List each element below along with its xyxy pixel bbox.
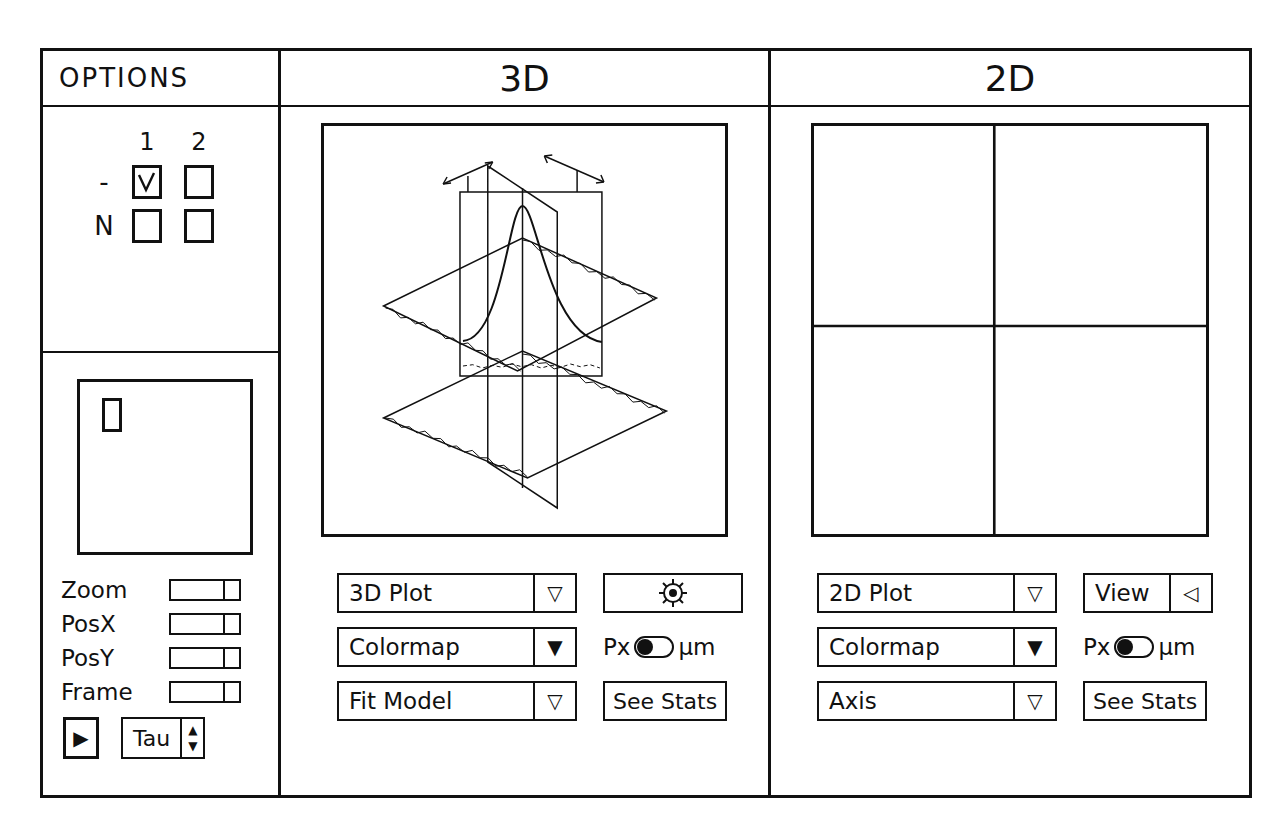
settings-button[interactable] <box>603 573 743 613</box>
unit-toggle[interactable]: Px μm <box>1083 627 1196 667</box>
panel-header: 2D <box>771 51 1249 107</box>
dropdown-label: Fit Model <box>339 683 533 719</box>
dropdown[interactable]: View◁ <box>1083 573 1213 613</box>
unit-label: μm <box>1158 634 1195 660</box>
spinner-up[interactable]: ▲ <box>188 723 197 737</box>
dropdown-label: 2D Plot <box>819 575 1013 611</box>
dropdown-label: Colormap <box>339 629 533 665</box>
field-label: Zoom <box>61 577 169 603</box>
control-grid: 3D Plot▽Colormap▼PxμmFit Model▽See Stats <box>337 573 768 721</box>
minimap-viewport[interactable] <box>102 398 122 432</box>
plot-wrap <box>281 107 768 537</box>
field-row: Frame <box>61 677 278 707</box>
field-input[interactable] <box>169 613 241 635</box>
checkbox[interactable] <box>184 209 214 243</box>
toggle-track[interactable] <box>1114 636 1154 658</box>
checkbox[interactable] <box>184 165 214 199</box>
input-divider <box>223 581 225 599</box>
field-label: PosX <box>61 611 169 637</box>
plot-canvas[interactable] <box>321 123 728 537</box>
row-label: N <box>94 211 113 241</box>
options-header: OPTIONS <box>43 51 278 107</box>
row-label: - <box>99 167 108 197</box>
field-label: Frame <box>61 679 169 705</box>
check-icon <box>137 171 157 193</box>
position-fields: Zoom PosX PosY Frame <box>61 575 278 707</box>
plot-3d-panel: 3D3D Plot▽Colormap▼PxμmFit Model▽See Sta… <box>281 51 771 795</box>
play-button[interactable]: ▶ <box>63 717 99 759</box>
unit-toggle[interactable]: Px μm <box>603 627 716 667</box>
tau-spinner[interactable]: Tau▲▼ <box>121 717 205 759</box>
column-label: 1 <box>139 129 154 155</box>
dropdown-arrow[interactable]: ▽ <box>1013 575 1055 611</box>
dropdown-arrow[interactable]: ▼ <box>1013 629 1055 665</box>
unit-label: Px <box>1083 634 1110 660</box>
playback-row: ▶Tau▲▼ <box>63 717 278 759</box>
dropdown-arrow[interactable]: ▽ <box>533 683 575 719</box>
toggle-knob[interactable] <box>1117 639 1133 655</box>
dropdown[interactable]: 3D Plot▽ <box>337 573 577 613</box>
checkbox[interactable] <box>132 165 162 199</box>
spinner-arrows: ▲▼ <box>182 719 203 757</box>
dropdown-arrow[interactable]: ◁ <box>1169 575 1211 611</box>
tau-label: Tau <box>123 719 182 757</box>
crosshair-plot-icon <box>814 126 1206 534</box>
input-divider <box>223 649 225 667</box>
dropdown[interactable]: 2D Plot▽ <box>817 573 1057 613</box>
field-row: PosY <box>61 643 278 673</box>
input-divider <box>223 683 225 701</box>
control-grid: 2D Plot▽View◁Colormap▼PxμmAxis▽See Stats <box>817 573 1249 721</box>
toggle-track[interactable] <box>634 636 674 658</box>
surface-plot-icon <box>324 126 725 534</box>
unit-label: μm <box>678 634 715 660</box>
dropdown-label: 3D Plot <box>339 575 533 611</box>
checkbox-section: 1 2 - N <box>43 107 278 353</box>
dropdown-arrow[interactable]: ▽ <box>533 575 575 611</box>
spinner-down[interactable]: ▼ <box>188 739 197 753</box>
field-row: Zoom <box>61 575 278 605</box>
unit-label: Px <box>603 634 630 660</box>
field-row: PosX <box>61 609 278 639</box>
toggle-knob[interactable] <box>637 639 653 655</box>
dropdown-arrow[interactable]: ▽ <box>1013 683 1055 719</box>
field-input[interactable] <box>169 647 241 669</box>
options-panel: OPTIONS12-NZoomPosXPosYFrame▶Tau▲▼ <box>43 51 281 795</box>
input-divider <box>223 615 225 633</box>
plot-canvas[interactable] <box>811 123 1209 537</box>
dropdown-label: View <box>1085 575 1169 611</box>
gear-icon <box>656 576 690 610</box>
column-label: 2 <box>191 129 206 155</box>
dropdown[interactable]: Colormap▼ <box>817 627 1057 667</box>
minimap[interactable] <box>77 379 253 555</box>
dropdown-label: Axis <box>819 683 1013 719</box>
field-input[interactable] <box>169 681 241 703</box>
dropdown[interactable]: Colormap▼ <box>337 627 577 667</box>
dropdown-arrow[interactable]: ▼ <box>533 629 575 665</box>
dropdown[interactable]: Axis▽ <box>817 681 1057 721</box>
checkbox-grid: 1 2 - N <box>87 129 278 243</box>
layout-columns: OPTIONS12-NZoomPosXPosYFrame▶Tau▲▼3D3D P… <box>43 51 1249 795</box>
panel-header: 3D <box>281 51 768 107</box>
stats-button[interactable]: See Stats <box>1083 681 1207 721</box>
field-input[interactable] <box>169 579 241 601</box>
dropdown-label: Colormap <box>819 629 1013 665</box>
plot-wrap <box>771 107 1249 537</box>
stats-button[interactable]: See Stats <box>603 681 727 721</box>
field-label: PosY <box>61 645 169 671</box>
dropdown[interactable]: Fit Model▽ <box>337 681 577 721</box>
plot-2d-panel: 2D2D Plot▽View◁Colormap▼PxμmAxis▽See Sta… <box>771 51 1249 795</box>
checkbox[interactable] <box>132 209 162 243</box>
app-window: OPTIONS12-NZoomPosXPosYFrame▶Tau▲▼3D3D P… <box>40 48 1252 798</box>
